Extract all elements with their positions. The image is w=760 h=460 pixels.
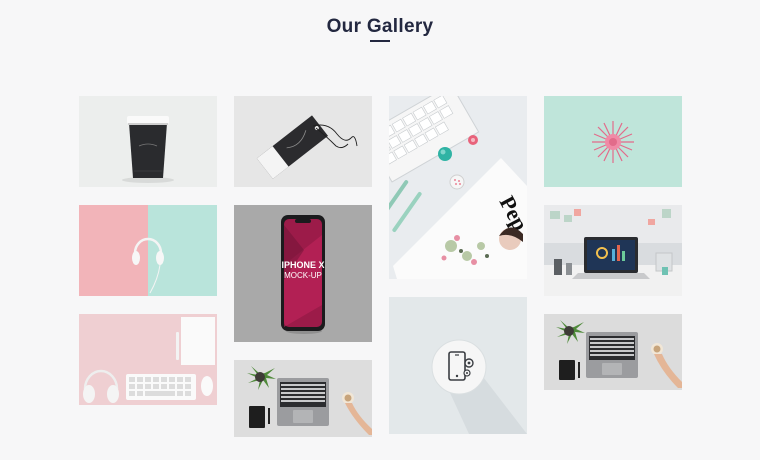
title-underline (370, 40, 390, 42)
hang-tag-image (234, 96, 372, 187)
iphone-mockup-image: IPHONE X MOCK-UP (234, 205, 372, 342)
gallery-title: Our Gallery (326, 16, 434, 37)
gallery-item-laptop-plant-2[interactable] (234, 360, 372, 437)
settings-icon-image (389, 297, 527, 434)
phone-subline-text: MOCK-UP (284, 271, 322, 280)
desk-flatlay-image: Pep (389, 96, 527, 279)
gallery-item-dandelion[interactable] (544, 96, 682, 187)
laptop-plant-2-image (234, 360, 372, 437)
laptop-plant-image (544, 314, 682, 390)
dandelion-image (544, 96, 682, 187)
gallery-item-hang-tag[interactable] (234, 96, 372, 187)
gallery-item-iphone-mockup[interactable]: IPHONE X MOCK-UP (234, 205, 372, 342)
gallery-item-office-laptop[interactable] (544, 205, 682, 296)
coffee-cup-image (79, 96, 217, 187)
gallery-item-laptop-plant[interactable] (544, 314, 682, 390)
gallery-item-desk-flatlay[interactable]: Pep (389, 96, 527, 279)
gallery-item-coffee-cup[interactable] (79, 96, 217, 187)
headphones-split-image (79, 205, 217, 296)
pink-workspace-image (79, 314, 217, 405)
gallery-item-headphones-split[interactable] (79, 205, 217, 296)
phone-headline-text: IPHONE X (281, 260, 324, 270)
gallery-item-settings-icon[interactable] (389, 297, 527, 434)
office-laptop-image (544, 205, 682, 296)
gallery-item-pink-workspace[interactable] (79, 314, 217, 405)
